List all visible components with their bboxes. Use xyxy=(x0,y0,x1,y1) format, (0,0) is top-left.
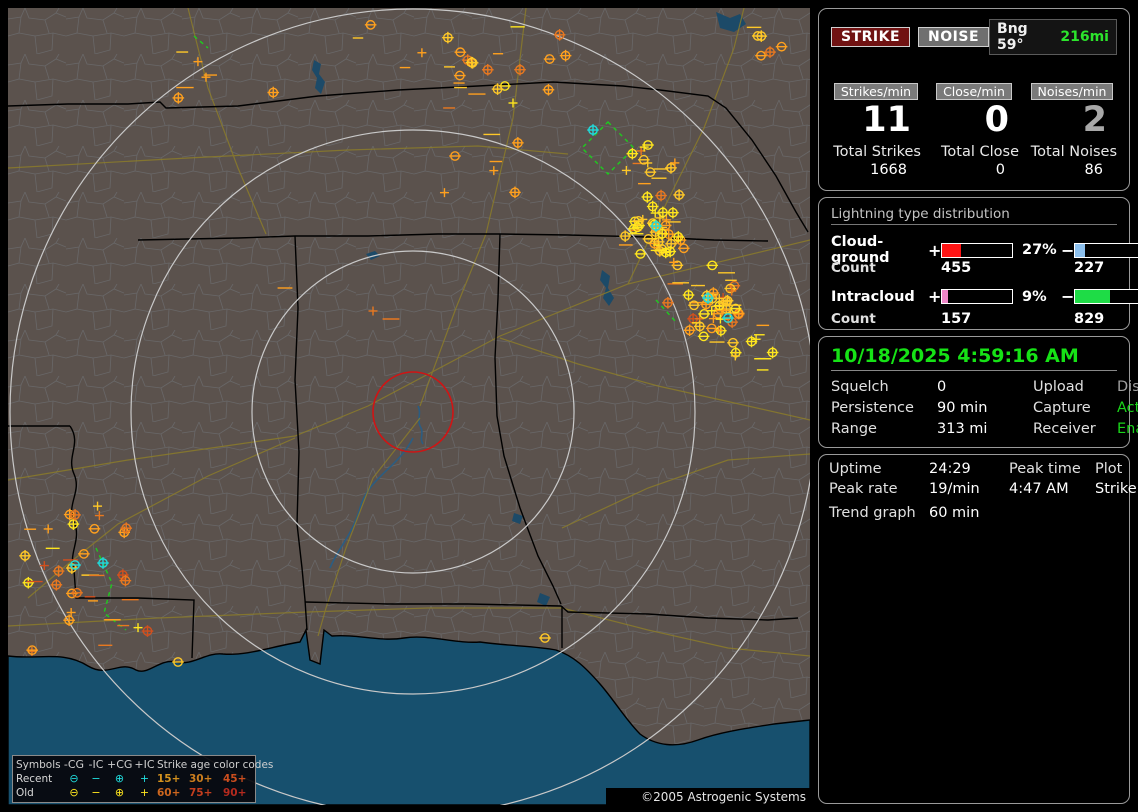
plus-icon: + xyxy=(139,786,150,799)
session-trend-panel: Uptime 24:29 Peak time Plot Peak rate 19… xyxy=(818,454,1137,804)
legend-col-cg-neg: -CG xyxy=(63,758,85,771)
upload-status: Disabled xyxy=(1117,379,1138,395)
persistence-label: Persistence xyxy=(831,400,914,416)
receiver-label: Receiver xyxy=(1033,421,1096,437)
peak-rate-value: 19/min xyxy=(929,481,980,497)
lightning-distribution-panel: Lightning type distribution Cloud-ground… xyxy=(818,197,1138,330)
legend-symbols-header: Symbols xyxy=(16,759,61,771)
legend-row-recent-label: Recent xyxy=(16,773,53,785)
total-close-label: Total Close xyxy=(941,144,1019,160)
legend-col-ic-neg: -IC xyxy=(88,758,104,771)
bearing-readout: Bng 59° 216mi xyxy=(989,19,1117,55)
plot-value: Strike xyxy=(1095,481,1137,497)
age-45: 45+ xyxy=(223,773,247,785)
stormvue-window: { "colors":{"accent_green":"#1ad41a","di… xyxy=(0,0,1138,812)
ic-neg-bar xyxy=(1074,289,1138,304)
peak-time-label: Peak time xyxy=(1009,461,1081,477)
ic-pos-pct: 9% xyxy=(1022,288,1047,305)
trend-graph-label: Trend graph xyxy=(829,505,916,521)
minus-sign: − xyxy=(1061,240,1075,260)
cg-pos-pct: 27% xyxy=(1022,242,1057,258)
total-strikes-label: Total Strikes xyxy=(833,144,921,160)
noise-button[interactable]: NOISE xyxy=(918,27,990,47)
uptime-value: 24:29 xyxy=(929,461,971,477)
cg-neg-bar xyxy=(1074,242,1138,258)
minus-sign: − xyxy=(1061,287,1075,306)
squelch-label: Squelch xyxy=(831,379,889,395)
status-panel: 10/18/2025 4:59:16 AM Squelch 0 Upload D… xyxy=(818,336,1138,448)
trend-window-value: 60 min xyxy=(929,505,980,521)
ic-neg-count: 829 xyxy=(1074,311,1105,327)
circle-minus-icon: ⊖ xyxy=(69,786,79,799)
uptime-label: Uptime xyxy=(829,461,882,477)
plus-sign: + xyxy=(928,287,942,306)
capture-label: Capture xyxy=(1033,400,1091,416)
cg-neg-count: 227 xyxy=(1074,260,1105,276)
legend-row-old-label: Old xyxy=(16,787,34,799)
upload-label: Upload xyxy=(1033,379,1084,395)
age-75: 75+ xyxy=(189,787,213,799)
copyright-text: ©2005 Astrogenic Systems xyxy=(606,788,810,805)
age-15: 15+ xyxy=(157,773,181,785)
datetime-display: 10/18/2025 4:59:16 AM xyxy=(831,345,1117,371)
plus-sign: + xyxy=(928,240,942,260)
intracloud-label: Intracloud xyxy=(831,288,915,305)
strikes-per-min-chip: Strikes/min xyxy=(833,83,919,100)
total-close-value: 0 xyxy=(995,162,1005,178)
ic-pos-count: 157 xyxy=(941,311,972,327)
count-label: Count xyxy=(831,311,876,327)
noises-per-min-chip: Noises/min xyxy=(1030,83,1114,100)
capture-status: Active xyxy=(1117,400,1138,416)
persistence-value: 90 min xyxy=(937,400,988,416)
distribution-title: Lightning type distribution xyxy=(831,206,1117,225)
squelch-value: 0 xyxy=(937,379,947,395)
bearing-value: Bng 59° xyxy=(997,21,1028,53)
cg-pos-count: 455 xyxy=(941,260,972,276)
legend-col-cg-pos: +CG xyxy=(107,758,133,771)
peak-rate-label: Peak rate xyxy=(829,481,898,497)
plot-label: Plot xyxy=(1095,461,1123,477)
plus-icon: + xyxy=(139,772,150,785)
receiver-status: Enabled xyxy=(1117,421,1138,437)
age-90: 90+ xyxy=(223,787,247,799)
peak-time-value: 4:47 AM xyxy=(1009,481,1069,497)
strike-counters-panel: STRIKE NOISE Bng 59° 216mi Strikes/min C… xyxy=(818,8,1130,191)
minus-icon: − xyxy=(91,786,101,799)
age-60: 60+ xyxy=(157,787,181,799)
legend-col-ic-pos: +IC xyxy=(134,758,155,771)
strikes-rate-value: 11 xyxy=(862,100,911,140)
age-30: 30+ xyxy=(189,773,213,785)
noises-rate-value: 2 xyxy=(1082,100,1107,140)
trend-graph xyxy=(829,523,1115,773)
circle-plus-icon: ⊕ xyxy=(114,786,125,799)
close-rate-value: 0 xyxy=(984,100,1009,140)
total-noises-label: Total Noises xyxy=(1030,144,1117,160)
circle-plus-icon: ⊕ xyxy=(114,772,125,785)
close-per-min-chip: Close/min xyxy=(936,83,1012,100)
minus-icon: − xyxy=(91,772,101,785)
strike-button[interactable]: STRIKE xyxy=(831,27,911,47)
range-label: Range xyxy=(831,421,877,437)
total-noises-value: 86 xyxy=(1084,162,1103,178)
total-strikes-value: 1668 xyxy=(870,162,907,178)
ic-pos-bar xyxy=(941,289,1013,304)
legend-age-header: Strike age color codes xyxy=(157,759,274,771)
cg-pos-bar xyxy=(941,242,1013,258)
count-label: Count xyxy=(831,260,876,276)
map-legend: Symbols -CG -IC +CG +IC Strike age color… xyxy=(12,755,274,803)
map-viewport[interactable]: Symbols -CG -IC +CG +IC Strike age color… xyxy=(8,8,810,805)
map-canvas xyxy=(8,8,810,805)
circle-minus-icon: ⊖ xyxy=(69,772,79,785)
range-value: 313 mi xyxy=(937,421,988,437)
distance-value: 216mi xyxy=(1060,29,1109,45)
